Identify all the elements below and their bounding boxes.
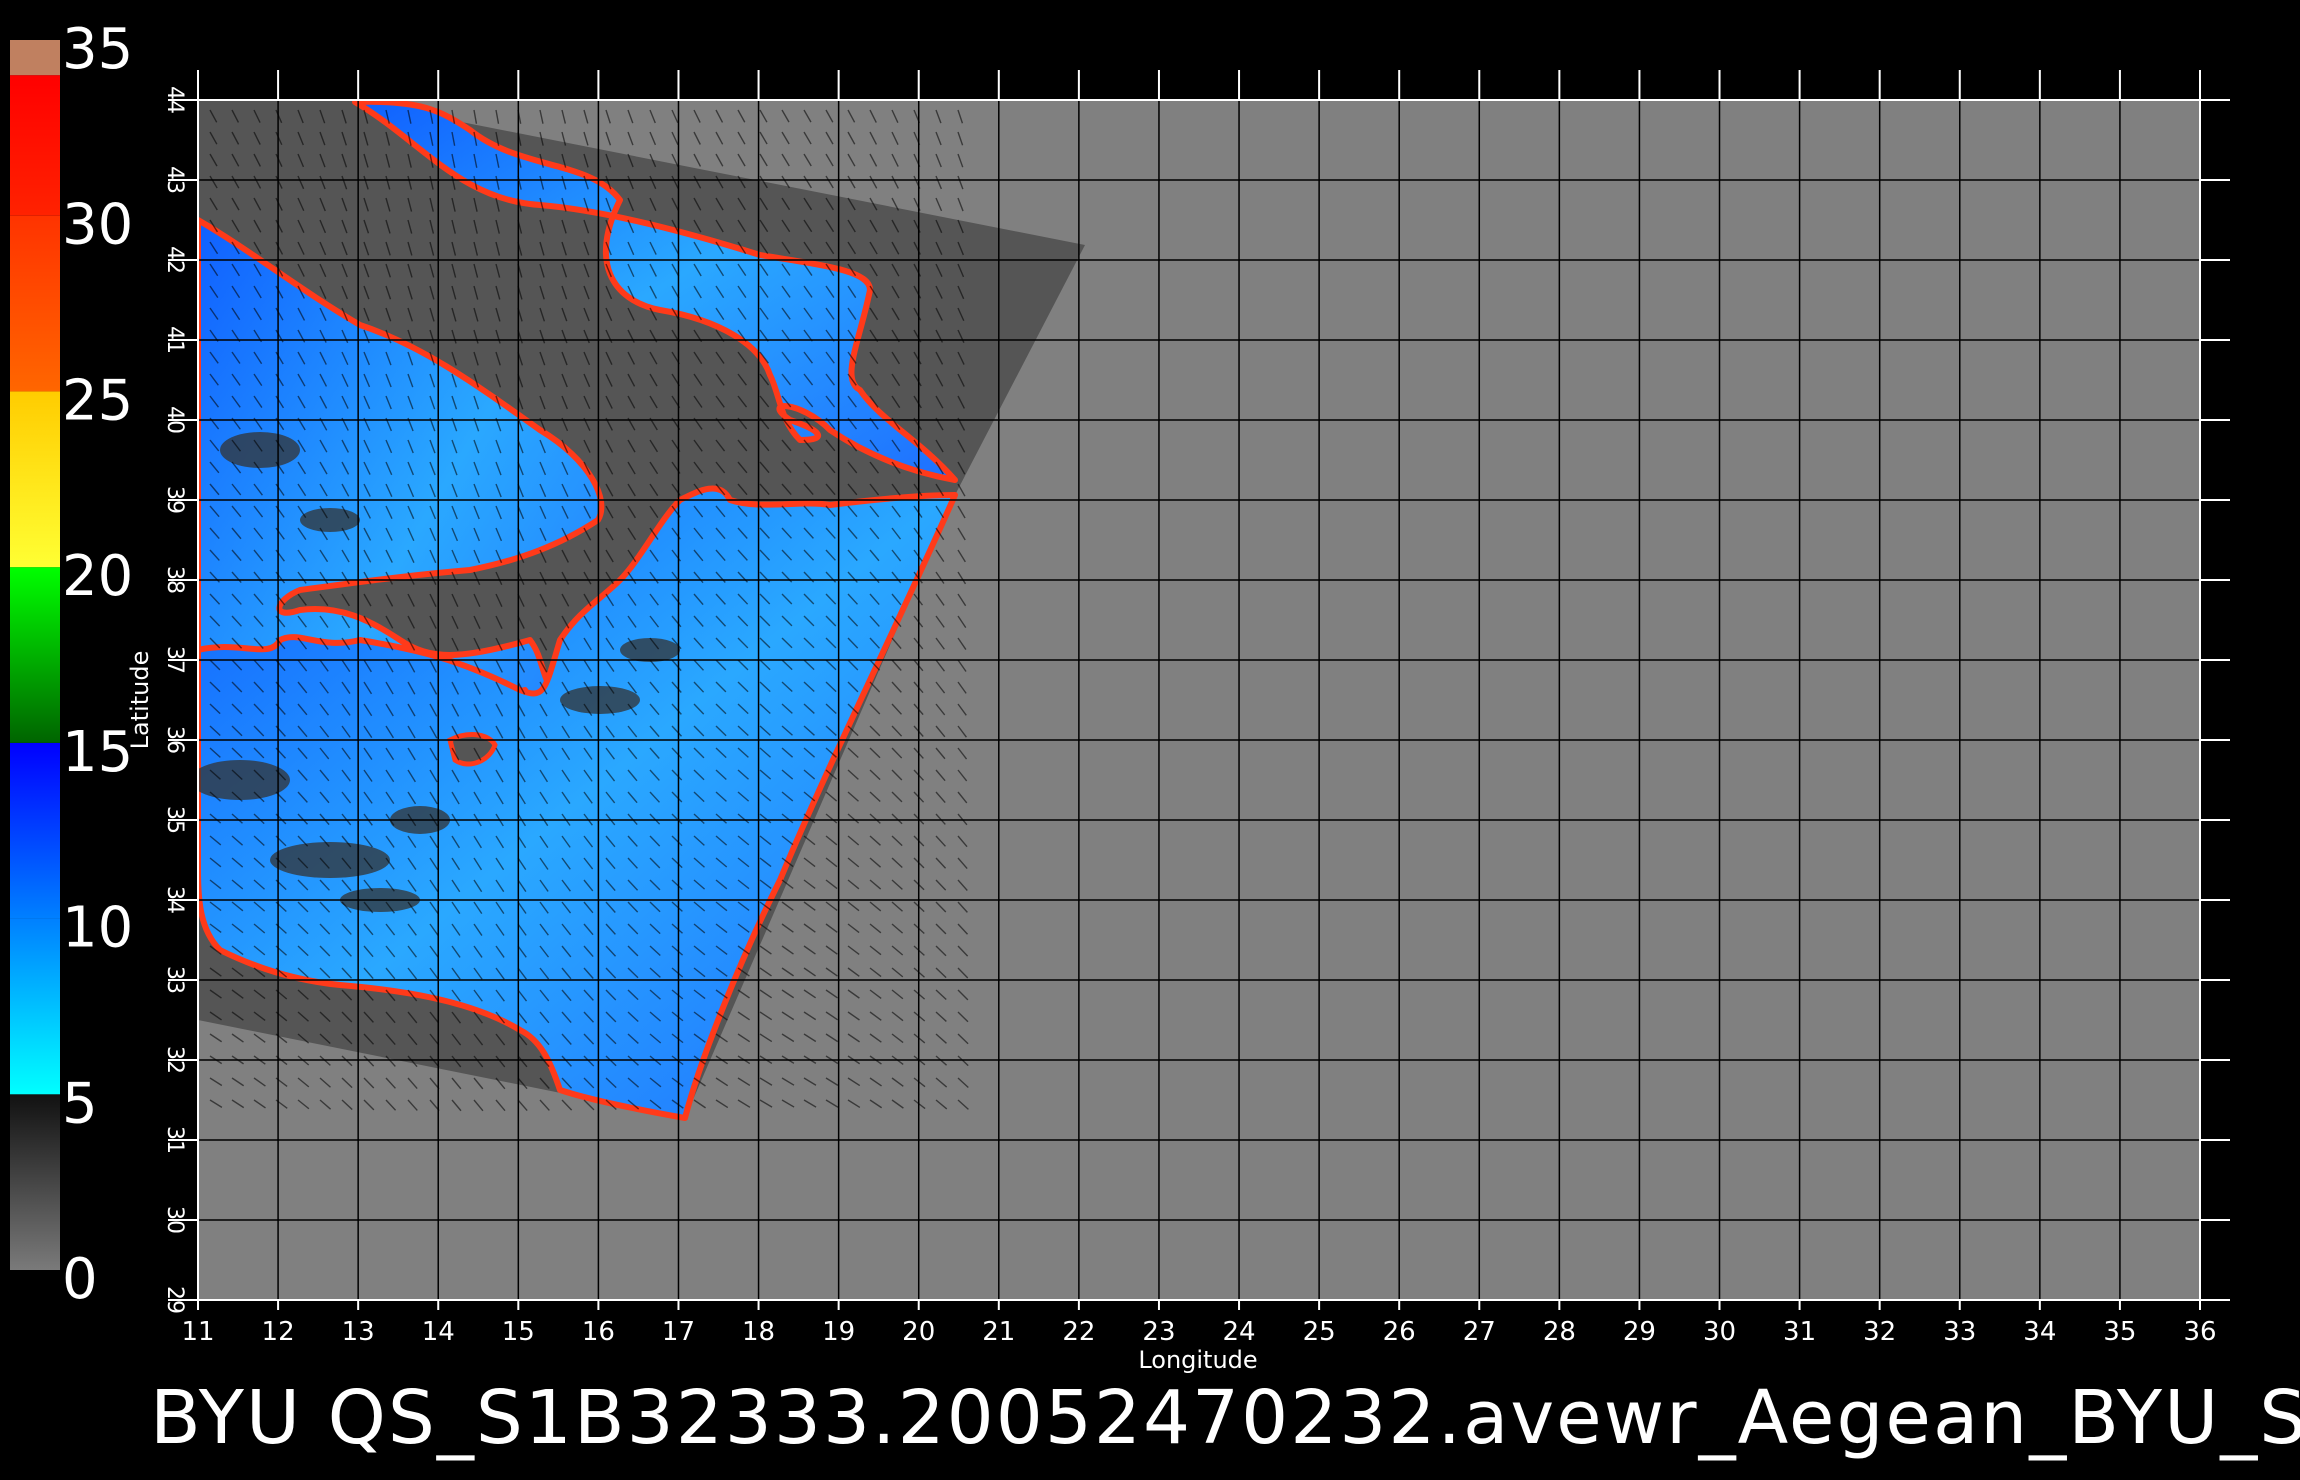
colorbar-label: 35 — [62, 17, 133, 82]
x-tick-label: 34 — [2023, 1317, 2056, 1347]
colorbar-label: 10 — [62, 896, 133, 961]
x-tick-label: 11 — [181, 1317, 214, 1347]
x-tick-label: 26 — [1383, 1317, 1416, 1347]
x-tick-label: 29 — [1623, 1317, 1656, 1347]
x-tick-label: 36 — [2183, 1317, 2216, 1347]
x-tick-label: 27 — [1463, 1317, 1496, 1347]
colorbar-label: 5 — [62, 1071, 98, 1136]
colorbar-segment — [10, 918, 60, 1095]
colorbar-label: 20 — [62, 544, 133, 609]
y-tick-label: 35 — [162, 806, 187, 834]
y-tick-label: 43 — [162, 166, 187, 194]
x-tick-label: 31 — [1783, 1317, 1816, 1347]
y-tick-label: 36 — [162, 726, 187, 754]
x-tick-label: 19 — [822, 1317, 855, 1347]
x-tick-label: 16 — [582, 1317, 615, 1347]
x-tick-label: 23 — [1142, 1317, 1175, 1347]
y-axis-label: Latitude — [126, 651, 154, 750]
x-tick-label: 22 — [1062, 1317, 1095, 1347]
y-tick-label: 42 — [162, 246, 187, 274]
colorbar-segment — [10, 75, 60, 216]
x-tick-label: 35 — [2103, 1317, 2136, 1347]
x-tick-label: 28 — [1543, 1317, 1576, 1347]
y-tick-label: 29 — [162, 1286, 187, 1314]
x-tick-label: 33 — [1943, 1317, 1976, 1347]
image-caption: BYU QS_S1B32333.20052470232.avewr_Aegean… — [150, 1375, 2300, 1461]
y-tick-label: 32 — [162, 1046, 187, 1074]
colorbar-label: 30 — [62, 193, 133, 258]
y-tick-label: 34 — [162, 886, 187, 914]
y-tick-label: 30 — [162, 1206, 187, 1234]
x-tick-label: 32 — [1863, 1317, 1896, 1347]
colorbar-label: 25 — [62, 368, 133, 433]
x-tick-label: 21 — [982, 1317, 1015, 1347]
colorbar-segment — [10, 567, 60, 743]
x-tick-label: 25 — [1303, 1317, 1336, 1347]
wind-speed-colorbar: 0 5 10 15 20 25 30 35 — [10, 17, 133, 1312]
colorbar-segment — [10, 40, 60, 76]
x-tick-label: 24 — [1222, 1317, 1255, 1347]
colorbar-segment — [10, 742, 60, 919]
y-tick-label: 41 — [162, 326, 187, 354]
x-tick-label: 13 — [342, 1317, 375, 1347]
y-tick-label: 39 — [162, 486, 187, 514]
colorbar-segment — [10, 1094, 60, 1270]
colorbar-segment — [10, 215, 60, 392]
x-tick-label: 18 — [742, 1317, 775, 1347]
x-tick-label: 20 — [902, 1317, 935, 1347]
y-tick-label: 38 — [162, 566, 187, 594]
x-tick-label: 30 — [1703, 1317, 1736, 1347]
y-tick-label: 44 — [162, 86, 187, 114]
colorbar-label: 15 — [62, 720, 133, 785]
colorbar-segment — [10, 391, 60, 568]
y-tick-label: 31 — [162, 1126, 187, 1154]
x-tick-label: 12 — [262, 1317, 295, 1347]
y-tick-label: 33 — [162, 966, 187, 994]
x-tick-label: 14 — [422, 1317, 455, 1347]
x-tick-label: 17 — [662, 1317, 695, 1347]
wind-speed-map: 0 5 10 15 20 25 30 35 11 12 13 14 15 16 17 18 19 20 21 22 2… — [10, 17, 2230, 1374]
y-tick-label: 37 — [162, 646, 187, 674]
x-tick-label: 15 — [502, 1317, 535, 1347]
colorbar-label: 0 — [62, 1247, 98, 1312]
y-tick-label: 40 — [162, 406, 187, 434]
